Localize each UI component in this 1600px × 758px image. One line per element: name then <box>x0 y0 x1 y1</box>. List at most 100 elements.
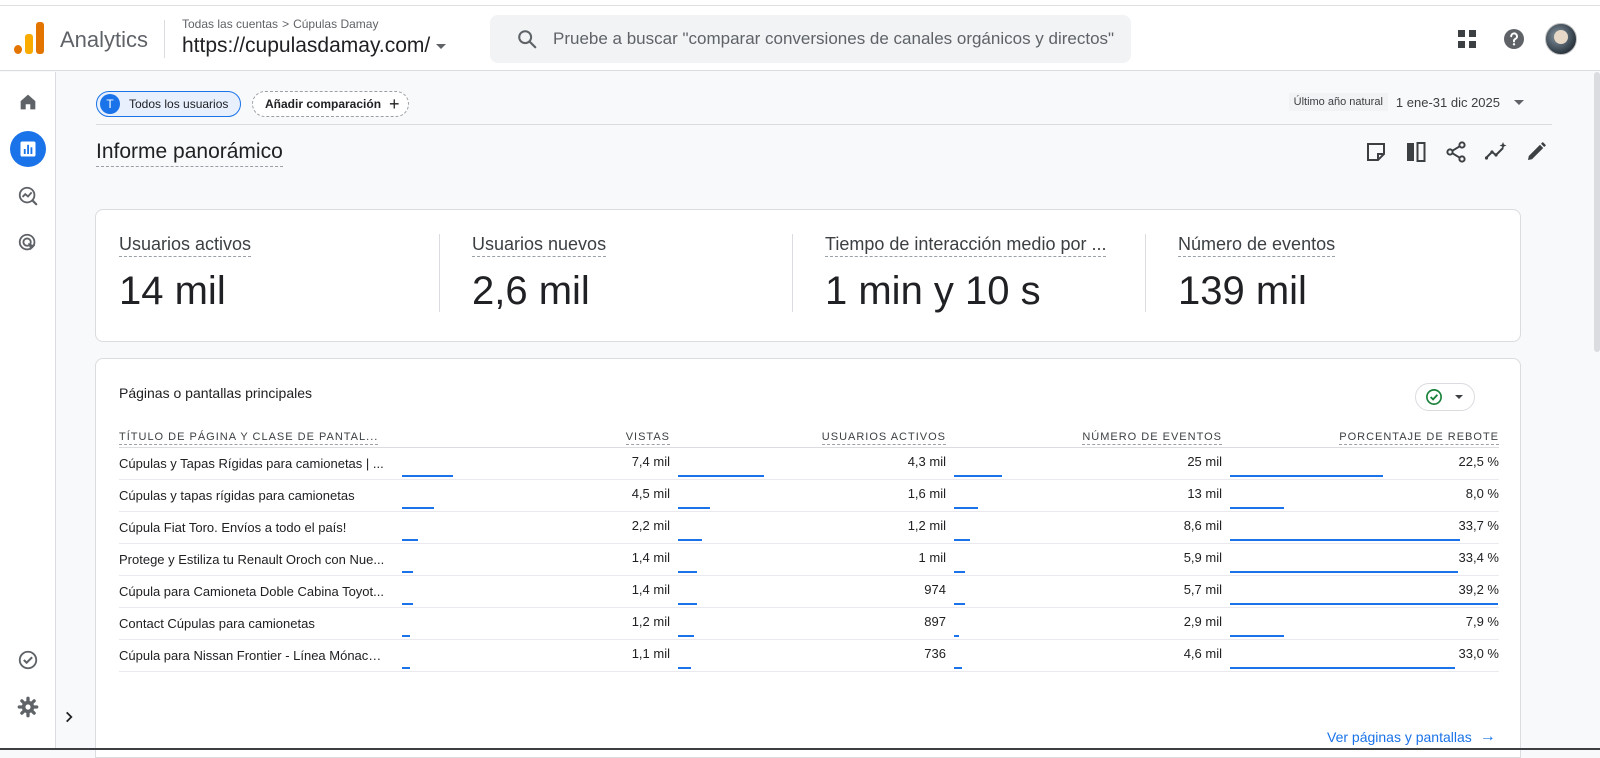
home-icon <box>20 94 36 110</box>
search-icon <box>518 30 537 49</box>
page-title[interactable]: Informe panorámico <box>96 140 283 167</box>
settings-icon <box>17 696 39 718</box>
kpi-engagement-time[interactable]: Tiempo de interacción medio por ... 1 mi… <box>825 234 1145 314</box>
nav-advertising[interactable] <box>10 225 46 261</box>
chevron-down-icon <box>1514 99 1524 105</box>
views-cell: 1,4 mil <box>394 575 670 608</box>
edit-pencil-icon[interactable] <box>1524 140 1548 164</box>
segment-initial: T <box>100 94 120 114</box>
page-title-cell[interactable]: Cúpula para Camioneta Doble Cabina Toyot… <box>119 575 394 608</box>
add-comparison-button[interactable]: Añadir comparación + <box>252 91 409 117</box>
events-value: 13 mil <box>1187 485 1222 501</box>
bounce-cell: 39,2 % <box>1222 575 1499 608</box>
table-row[interactable]: Cúpula para Camioneta Doble Cabina Toyot… <box>119 575 1499 608</box>
arrow-right-icon: → <box>1479 728 1496 745</box>
users-bar <box>678 474 764 477</box>
notes-icon[interactable] <box>1364 140 1388 164</box>
kpi-value: 2,6 mil <box>472 269 590 313</box>
plus-icon: + <box>389 94 400 114</box>
views-cell: 4,5 mil <box>394 479 670 512</box>
bounce-value: 22,5 % <box>1458 453 1499 469</box>
apps-grid-icon[interactable] <box>1455 27 1479 51</box>
property-selector[interactable]: https://cupulasdamay.com/ <box>182 34 447 58</box>
table-row[interactable]: Cúpulas y Tapas Rígidas para camionetas … <box>119 447 1499 480</box>
page-title-cell[interactable]: Cúpulas y Tapas Rígidas para camionetas … <box>119 447 394 480</box>
events-bar <box>954 666 962 669</box>
app-name: Analytics <box>60 27 149 52</box>
breadcrumb[interactable]: Todas las cuentas > Cúpulas Damay <box>182 17 378 31</box>
page-title-cell[interactable]: Cúpulas y tapas rígidas para camionetas <box>119 479 394 512</box>
breadcrumb-separator: > <box>282 17 290 31</box>
users-value: 1,2 mil <box>907 517 946 533</box>
page-title-cell[interactable]: Cúpula para Nissan Frontier - Línea Móna… <box>119 639 394 672</box>
bounce-bar <box>1230 474 1383 477</box>
column-header-event-count[interactable]: NÚMERO DE EVENTOS <box>946 425 1222 448</box>
column-header-bounce-rate[interactable]: PORCENTAJE DE REBOTE <box>1222 425 1499 448</box>
breadcrumb-account[interactable]: Cúpulas Damay <box>293 17 378 31</box>
users-cell: 1 mil <box>670 543 946 576</box>
bounce-cell: 7,9 % <box>1222 607 1499 640</box>
table-row[interactable]: Protege y Estiliza tu Renault Oroch con … <box>119 543 1499 576</box>
events-cell: 5,7 mil <box>946 575 1222 608</box>
kpi-active-users[interactable]: Usuarios activos 14 mil <box>119 234 439 314</box>
search-bar[interactable] <box>490 15 1131 63</box>
events-value: 4,6 mil <box>1183 645 1222 661</box>
kpi-event-count[interactable]: Número de eventos 139 mil <box>1178 234 1498 314</box>
kpi-divider <box>1145 234 1146 312</box>
column-header-active-users[interactable]: USUARIOS ACTIVOS <box>670 425 946 448</box>
comparison-filter-button[interactable] <box>1415 383 1475 411</box>
page-title-cell[interactable]: Contact Cúpulas para camionetas <box>119 607 394 640</box>
events-bar <box>954 602 965 605</box>
views-cell: 7,4 mil <box>394 447 670 480</box>
help-icon[interactable] <box>1502 27 1526 51</box>
advertising-icon <box>18 233 36 251</box>
events-cell: 2,9 mil <box>946 607 1222 640</box>
users-cell: 897 <box>670 607 946 640</box>
kpi-value: 14 mil <box>119 269 226 313</box>
table-row[interactable]: Contact Cúpulas para camionetas 1,2 mil 89… <box>119 607 1499 640</box>
bounce-value: 33,7 % <box>1458 517 1499 533</box>
bounce-bar <box>1230 666 1455 669</box>
kpi-new-users[interactable]: Usuarios nuevos 2,6 mil <box>472 234 792 314</box>
page-title-cell[interactable]: Cúpula Fiat Toro. Envíos a todo el país! <box>119 511 394 544</box>
nav-home[interactable] <box>10 84 46 120</box>
breadcrumb-accounts[interactable]: Todas las cuentas <box>182 17 278 31</box>
view-pages-label: Ver páginas y pantallas <box>1327 729 1472 745</box>
table-row[interactable]: Cúpula para Nissan Frontier - Línea Móna… <box>119 639 1499 672</box>
views-value: 4,5 mil <box>631 485 670 501</box>
top-app-bar: Analytics Todas las cuentas > Cúpulas Dama… <box>0 6 1600 71</box>
top-pages-table: TÍTULO DE PÁGINA Y CLASE DE PANTAL... VI… <box>119 425 1499 672</box>
events-cell: 4,6 mil <box>946 639 1222 672</box>
search-input[interactable] <box>553 27 1123 51</box>
scrollbar[interactable] <box>1594 72 1600 352</box>
views-cell: 1,1 mil <box>394 639 670 672</box>
kpi-value: 1 min y 10 s <box>825 269 1041 313</box>
users-bar <box>678 570 697 573</box>
date-range-picker[interactable]: Último año natural 1 ene-31 dic 2025 <box>1288 93 1524 111</box>
left-navigation-rail <box>0 72 56 750</box>
share-icon[interactable] <box>1444 140 1468 164</box>
analytics-logo-icon[interactable] <box>14 22 44 54</box>
bounce-value: 33,0 % <box>1458 645 1499 661</box>
nav-admin-check[interactable] <box>10 642 46 678</box>
segment-chip-all-users[interactable]: T Todos los usuarios <box>96 91 242 117</box>
views-value: 1,2 mil <box>631 613 670 629</box>
events-cell: 13 mil <box>946 479 1222 512</box>
table-row[interactable]: Cúpula Fiat Toro. Envíos a todo el país!… <box>119 511 1499 544</box>
page-title-cell[interactable]: Protege y Estiliza tu Renault Oroch con … <box>119 543 394 576</box>
nav-settings[interactable] <box>10 689 46 725</box>
nav-reports[interactable] <box>10 131 46 167</box>
view-pages-link[interactable]: Ver páginas y pantallas → <box>1327 728 1496 746</box>
insights-icon[interactable] <box>1484 140 1508 164</box>
compare-columns-icon[interactable] <box>1404 140 1428 164</box>
avatar[interactable] <box>1545 23 1577 55</box>
column-header-page-title[interactable]: TÍTULO DE PÁGINA Y CLASE DE PANTAL... <box>119 425 394 448</box>
column-header-views[interactable]: VISTAS <box>394 425 670 448</box>
reports-icon <box>20 141 36 157</box>
users-cell: 4,3 mil <box>670 447 946 480</box>
table-row[interactable]: Cúpulas y tapas rígidas para camionetas 4… <box>119 479 1499 512</box>
views-bar <box>402 538 418 541</box>
chevron-down-icon <box>1455 395 1463 399</box>
bounce-value: 8,0 % <box>1465 485 1499 501</box>
nav-explore[interactable] <box>10 178 46 214</box>
